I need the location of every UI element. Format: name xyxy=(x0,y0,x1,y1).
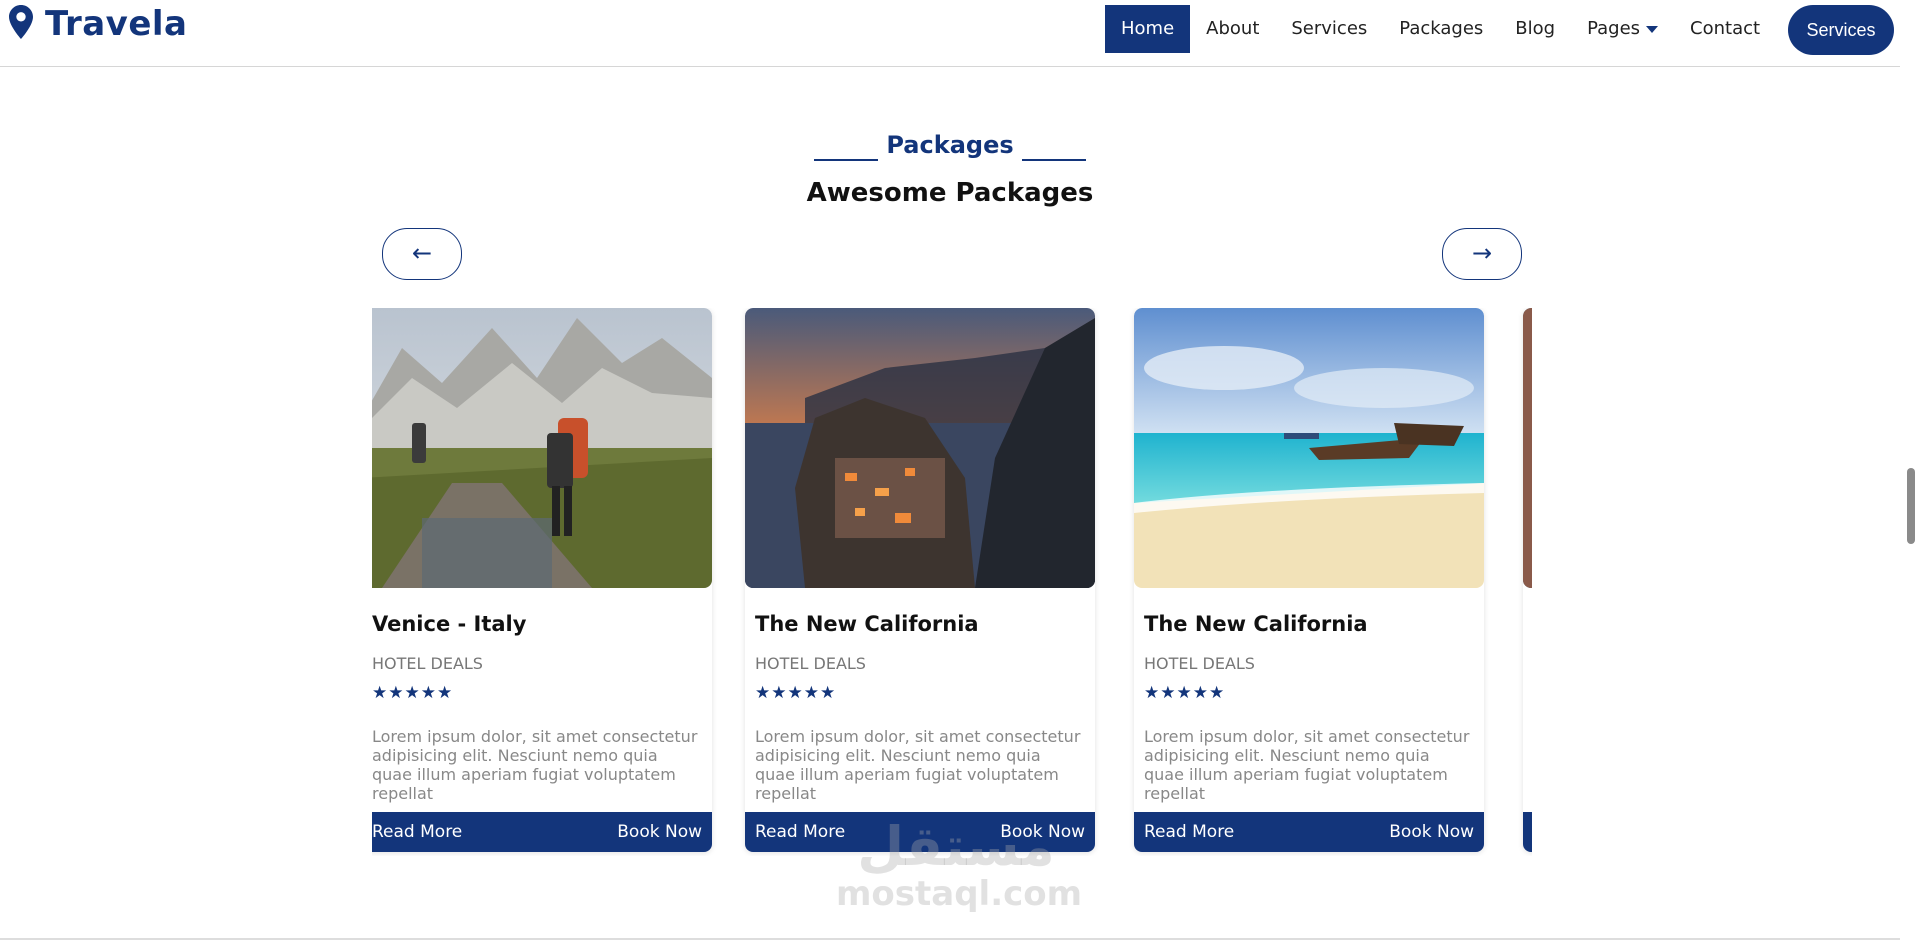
subtitle-line-right xyxy=(1021,159,1086,161)
rating-stars: ★★★★★ xyxy=(755,683,837,703)
rating-stars: ★★★★★ xyxy=(372,683,454,703)
carousel-prev-button[interactable]: ← xyxy=(382,228,462,280)
section-subtitle: Packages xyxy=(0,131,1900,161)
watermark-arabic: مستقل xyxy=(857,815,1055,878)
nav-services[interactable]: Services xyxy=(1275,5,1383,53)
services-button[interactable]: Services xyxy=(1788,5,1894,55)
package-title: Venice - Italy xyxy=(372,612,527,636)
nav-pages-dropdown[interactable]: Pages xyxy=(1571,5,1674,53)
package-description: Lorem ipsum dolor, sit amet consectetur … xyxy=(755,727,1081,803)
package-actions: Read More Book Now xyxy=(372,812,712,852)
watermark: مستقل mostaql.com xyxy=(836,815,1083,914)
rating-stars: ★★★★★ xyxy=(1144,683,1226,703)
package-card-body: Venice - Italy HOTEL DEALS ★★★★★ Lorem i… xyxy=(372,598,702,803)
package-actions xyxy=(1523,812,1532,852)
nav-pages-label: Pages xyxy=(1587,18,1641,39)
brand-logo[interactable]: Travela xyxy=(9,4,188,44)
nav-packages[interactable]: Packages xyxy=(1383,5,1499,53)
book-now-link[interactable]: Book Now xyxy=(617,822,702,842)
nav-contact[interactable]: Contact xyxy=(1674,5,1776,53)
carousel-next-button[interactable]: → xyxy=(1442,228,1522,280)
package-card: The New California HOTEL DEALS ★★★★★ Lor… xyxy=(745,308,1095,852)
section-title: Awesome Packages xyxy=(806,178,1094,208)
package-description: Lorem ipsum dolor, sit amet consectetur … xyxy=(372,727,698,803)
package-tag: HOTEL DEALS xyxy=(755,654,866,673)
package-title: The New California xyxy=(755,612,979,636)
package-tag: HOTEL DEALS xyxy=(1144,654,1255,673)
scrollbar[interactable] xyxy=(1900,0,1918,943)
tropical-beach-boat-photo xyxy=(1134,308,1484,588)
package-tag: HOTEL DEALS xyxy=(372,654,483,673)
package-card-body: The New California HOTEL DEALS ★★★★★ Lor… xyxy=(1144,598,1474,803)
nav-blog[interactable]: Blog xyxy=(1499,5,1571,53)
package-description: Lorem ipsum dolor, sit amet consectetur … xyxy=(1144,727,1470,803)
scrollbar-thumb[interactable] xyxy=(1907,468,1915,544)
page-bottom-border xyxy=(0,938,1900,940)
package-title: The New California xyxy=(1144,612,1368,636)
nav-about[interactable]: About xyxy=(1190,5,1275,53)
book-now-link[interactable]: Book Now xyxy=(1389,822,1474,842)
package-card-partial xyxy=(1523,308,1532,852)
subtitle-line-left xyxy=(814,159,879,161)
package-card-body: The New California HOTEL DEALS ★★★★★ Lor… xyxy=(755,598,1085,803)
partial-card-photo xyxy=(1523,308,1532,588)
subtitle-text: Packages xyxy=(886,131,1014,159)
package-actions: Read More Book Now xyxy=(1134,812,1484,852)
package-card: The New California HOTEL DEALS ★★★★★ Lor… xyxy=(1134,308,1484,852)
package-card: Venice - Italy HOTEL DEALS ★★★★★ Lorem i… xyxy=(372,308,712,852)
coastal-town-sunset-photo xyxy=(745,308,1095,588)
navbar: Travela Home About Services Packages Blo… xyxy=(0,0,1900,67)
read-more-link[interactable]: Read More xyxy=(755,822,845,842)
mountain-hiking-photo xyxy=(372,308,712,588)
read-more-link[interactable]: Read More xyxy=(1144,822,1234,842)
packages-carousel: Venice - Italy HOTEL DEALS ★★★★★ Lorem i… xyxy=(372,308,1532,856)
read-more-link[interactable]: Read More xyxy=(372,822,462,842)
nav-home[interactable]: Home xyxy=(1105,5,1191,53)
map-pin-icon xyxy=(9,5,33,43)
brand-name: Travela xyxy=(45,4,188,44)
main-nav: Home About Services Packages Blog Pages … xyxy=(1105,5,1776,53)
caret-down-icon xyxy=(1646,25,1659,33)
watermark-latin: mostaql.com xyxy=(836,874,1083,914)
